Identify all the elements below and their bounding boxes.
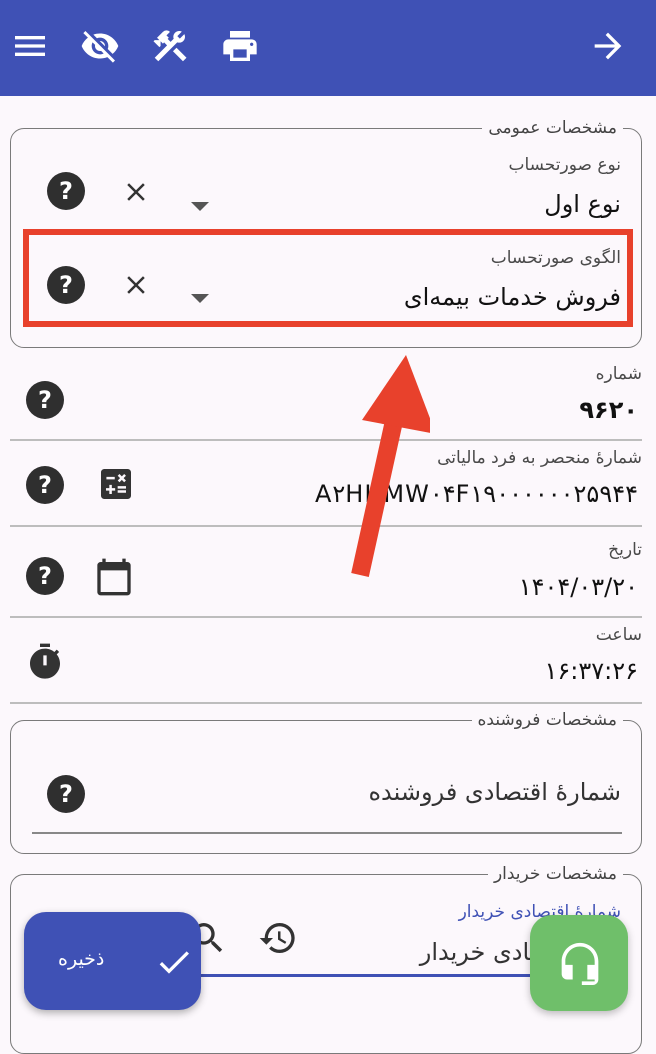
invoice-type-value[interactable]: نوع اول [544,190,621,218]
general-legend: مشخصات عمومی [482,117,623,139]
seller-input-underline [32,832,622,834]
time-value: ۱۶:۳۷:۲۶ [544,657,638,685]
check-icon [154,942,194,982]
help-icon[interactable]: ? [47,775,85,813]
divider [10,616,642,618]
date-label: تاریخ [608,540,642,560]
divider [10,525,642,527]
menu-icon[interactable] [10,26,50,66]
highlight-box [23,229,633,327]
seller-economic-no-input[interactable]: شمارهٔ اقتصادی فروشنده [368,778,621,806]
help-icon[interactable]: ? [26,557,64,595]
time-label: ساعت [595,625,642,645]
seller-legend: مشخصات فروشنده [471,709,623,731]
number-value: ۹۶۲۰ [579,396,638,424]
calendar-icon[interactable] [94,557,134,597]
divider [10,702,642,704]
divider [10,439,642,441]
support-button[interactable] [530,915,628,1011]
tools-icon[interactable] [150,26,190,66]
save-button-label: ذخیره [58,948,105,970]
save-button[interactable]: ذخیره [24,912,201,1010]
chevron-down-icon[interactable] [191,202,209,211]
timer-icon [25,642,65,682]
history-icon[interactable] [258,918,298,958]
arrow-forward-icon[interactable] [588,26,628,66]
annotation-arrow [351,355,430,577]
buyer-legend: مشخصات خریدار [487,863,623,885]
tax-id-label: شمارهٔ منحصر به فرد مالیاتی [437,448,642,468]
number-label: شماره [595,364,642,384]
headset-icon [558,941,602,985]
invoice-type-label: نوع صورتحساب [508,155,621,175]
help-icon[interactable]: ? [47,172,85,210]
app-bar [0,0,656,96]
clear-icon[interactable] [121,177,151,207]
date-value[interactable]: ۱۴۰۴/۰۳/۲۰ [519,573,638,601]
help-icon[interactable]: ? [26,466,64,504]
calculator-icon[interactable] [96,464,136,504]
help-icon[interactable]: ? [26,381,64,419]
print-icon[interactable] [220,26,260,66]
visibility-off-icon[interactable] [80,26,120,66]
